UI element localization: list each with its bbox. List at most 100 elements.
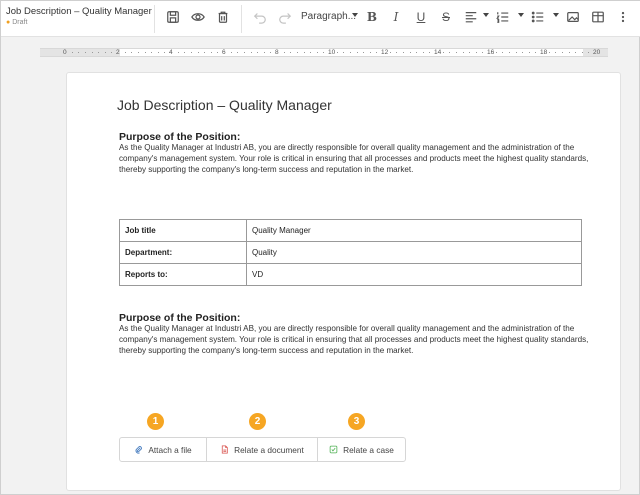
- ruler-tick: [442, 52, 444, 53]
- image-icon[interactable]: [565, 9, 581, 25]
- ruler-mark: 12: [381, 49, 389, 56]
- table-value-cell: VD: [246, 263, 582, 286]
- delete-trash-icon[interactable]: [215, 9, 231, 25]
- underline-icon[interactable]: U: [413, 9, 429, 25]
- toolbar-divider: [154, 5, 155, 33]
- status-text: Draft: [12, 19, 28, 26]
- italic-icon[interactable]: I: [388, 9, 404, 25]
- ruler-tick: [237, 52, 239, 53]
- ruler-tick: [402, 52, 404, 53]
- ruler-tick: [396, 52, 398, 53]
- document-page[interactable]: Job Description – Quality Manager Purpos…: [66, 72, 621, 491]
- ruler-tick: [482, 52, 484, 53]
- job-info-table: Job title Quality Manager Department: Qu…: [119, 219, 582, 286]
- ruler-tick: [84, 52, 86, 53]
- ruler-tick: [230, 52, 232, 53]
- chevron-down-icon[interactable]: [483, 13, 489, 17]
- table-value-cell: Quality: [246, 241, 582, 264]
- ruler-tick: [177, 52, 179, 53]
- status-badge: ● Draft: [6, 19, 152, 26]
- relate-case-label: Relate a case: [343, 444, 394, 455]
- ruler-tick: [422, 52, 424, 53]
- callout-badge: 3: [348, 413, 365, 430]
- ruler-tick: [104, 52, 106, 53]
- ruler-tick: [250, 52, 252, 53]
- ruler-tick: [389, 52, 391, 53]
- table-key-cell: Department:: [119, 241, 247, 264]
- ruler-tick: [111, 52, 113, 53]
- status-dot-icon: ●: [6, 19, 11, 26]
- bold-icon[interactable]: B: [364, 9, 380, 25]
- ruler-tick: [508, 52, 510, 53]
- ruler-tick: [469, 52, 471, 53]
- chevron-down-icon[interactable]: [518, 13, 524, 17]
- ruler-tick: [131, 52, 133, 53]
- ruler-mark: 8: [275, 49, 279, 56]
- ruler-tick: [555, 52, 557, 53]
- ruler-tick: [184, 52, 186, 53]
- ruler-tick: [349, 52, 351, 53]
- ruler-tick: [157, 52, 159, 53]
- ruler-tick: [343, 52, 345, 53]
- ruler-tick: [588, 52, 590, 53]
- table-key-cell: Job title: [119, 219, 247, 242]
- ruler-tick: [91, 52, 93, 53]
- ruler-mark: 18: [540, 49, 548, 56]
- ruler-tick: [263, 52, 265, 53]
- save-icon[interactable]: [165, 9, 181, 25]
- ruler-tick: [535, 52, 537, 53]
- ruler-tick: [376, 52, 378, 53]
- strikethrough-icon[interactable]: S: [438, 9, 454, 25]
- align-left-icon[interactable]: [463, 9, 479, 25]
- case-check-icon: [329, 445, 338, 454]
- table-row: Reports to: VD: [119, 263, 582, 286]
- ruler-tick: [502, 52, 504, 53]
- ruler-tick: [217, 52, 219, 53]
- section-paragraph: As the Quality Manager at Industri AB, y…: [119, 324, 589, 355]
- ruler-tick: [475, 52, 477, 53]
- table-icon[interactable]: [590, 9, 606, 25]
- chevron-down-icon[interactable]: [352, 13, 358, 17]
- paragraph-style-select[interactable]: Paragraph...: [301, 11, 356, 22]
- redo-icon[interactable]: [277, 9, 293, 25]
- ruler-tick: [210, 52, 212, 53]
- document-icon: [222, 445, 228, 454]
- ruler-tick: [204, 52, 206, 53]
- table-key-cell: Reports to:: [119, 263, 247, 286]
- table-row: Department: Quality: [119, 241, 582, 264]
- ruler-tick: [416, 52, 418, 53]
- ruler-tick: [462, 52, 464, 53]
- ruler-tick: [243, 52, 245, 53]
- ruler-tick: [409, 52, 411, 53]
- ruler-tick: [303, 52, 305, 53]
- relate-case-button[interactable]: Relate a case: [317, 438, 405, 461]
- ruler-mark: 0: [63, 49, 67, 56]
- callout-badge: 1: [147, 413, 164, 430]
- ruler-tick: [257, 52, 259, 53]
- ruler[interactable]: 0 2 4 6 8 10 12 14 16 18 20: [40, 48, 608, 57]
- ruler-tick: [455, 52, 457, 53]
- ruler-tick: [522, 52, 524, 53]
- toolbar-divider: [241, 5, 242, 33]
- preview-eye-icon[interactable]: [190, 9, 206, 25]
- ruler-tick: [336, 52, 338, 53]
- attach-file-button[interactable]: Attach a file: [120, 438, 206, 461]
- ruler-tick: [515, 52, 517, 53]
- ruler-mark: 6: [222, 49, 226, 56]
- ruler-mark: 10: [328, 49, 336, 56]
- relate-document-button[interactable]: Relate a document: [206, 438, 317, 461]
- attach-file-label: Attach a file: [148, 444, 192, 455]
- chevron-down-icon[interactable]: [553, 13, 559, 17]
- ruler-tick: [78, 52, 80, 53]
- table-row: Job title Quality Manager: [119, 219, 582, 242]
- undo-icon[interactable]: [252, 9, 268, 25]
- more-vertical-icon[interactable]: [615, 9, 631, 25]
- ruler-tick: [495, 52, 497, 53]
- top-toolbar: Job Description – Quality Manager ● Draf…: [1, 1, 640, 37]
- ruler-tick: [548, 52, 550, 53]
- ruler-mark: 16: [487, 49, 495, 56]
- ruler-tick: [164, 52, 166, 53]
- bullet-list-icon[interactable]: [530, 9, 546, 25]
- ruler-tick: [296, 52, 298, 53]
- numbered-list-icon[interactable]: [495, 9, 511, 25]
